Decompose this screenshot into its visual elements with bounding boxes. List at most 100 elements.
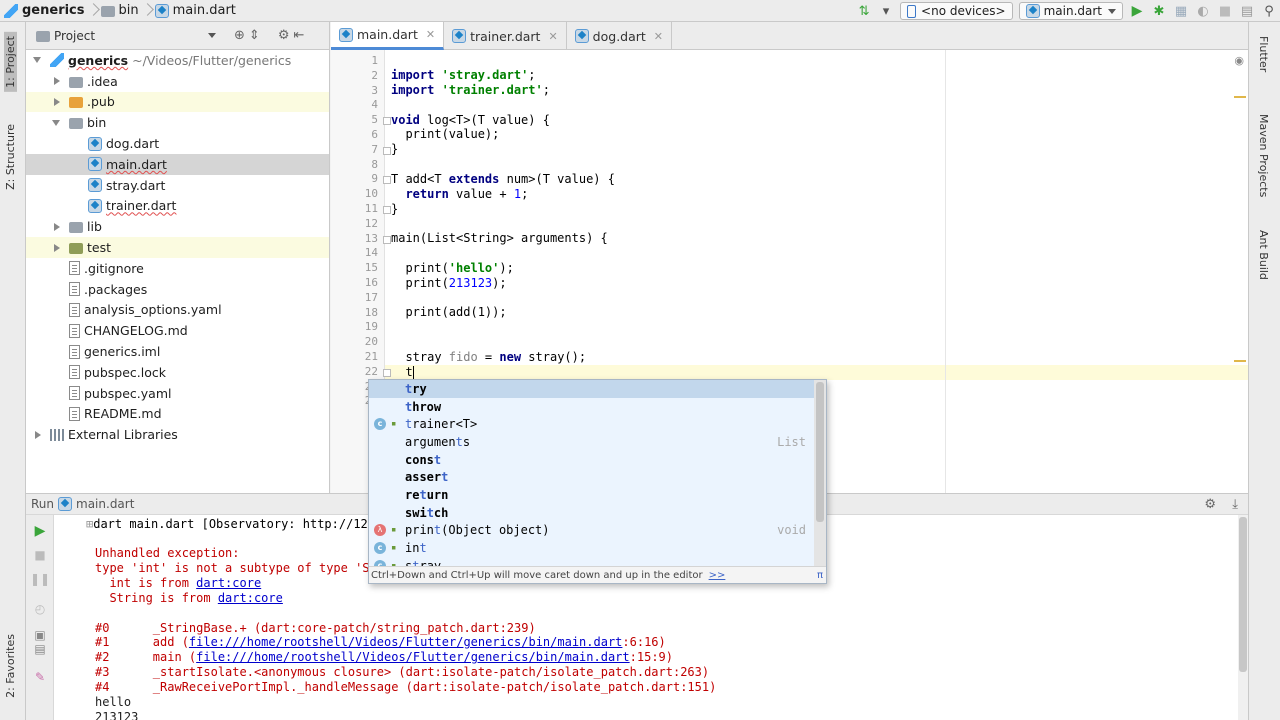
fold-marker-icon[interactable] bbox=[383, 235, 391, 244]
stop-icon[interactable]: ■ bbox=[1214, 1, 1236, 21]
debug-icon[interactable]: ✱ bbox=[1148, 1, 1170, 21]
search-icon[interactable]: ⚲ bbox=[1258, 1, 1280, 21]
tree-item[interactable]: External Libraries bbox=[26, 424, 329, 445]
collapsed-arrow-icon[interactable] bbox=[51, 242, 63, 254]
profile-icon[interactable]: ◐ bbox=[1192, 1, 1214, 21]
tree-item[interactable]: analysis_options.yaml bbox=[26, 300, 329, 321]
tree-item[interactable]: test bbox=[26, 237, 329, 258]
breadcrumb-folder[interactable]: bin bbox=[97, 0, 143, 22]
scroll-thumb[interactable] bbox=[1239, 517, 1247, 672]
console-link[interactable]: file:///home/rootshell/Videos/Flutter/ge… bbox=[189, 635, 622, 649]
tree-item[interactable]: main.dart bbox=[26, 153, 329, 175]
tab-favorites-tool[interactable]: 2: Favorites bbox=[4, 630, 17, 702]
tree-item[interactable]: .pub bbox=[26, 91, 329, 113]
tab-main-dart[interactable]: main.dart ✕ bbox=[331, 22, 445, 50]
breadcrumb-file[interactable]: main.dart bbox=[151, 0, 240, 22]
completion-item[interactable]: λ ▪ print(Object object) void bbox=[369, 522, 814, 540]
tree-item[interactable]: CHANGELOG.md bbox=[26, 320, 329, 341]
tree-item[interactable]: trainer.dart bbox=[26, 196, 329, 217]
pause-icon[interactable]: ❚❚ bbox=[30, 571, 50, 587]
device-selector[interactable]: <no devices> bbox=[900, 2, 1013, 20]
completion-item[interactable]: const bbox=[369, 451, 814, 469]
collapsed-arrow-icon[interactable] bbox=[51, 221, 63, 233]
console-link[interactable]: dart:core bbox=[218, 591, 283, 605]
dropdown-arrow-icon[interactable]: ▾ bbox=[875, 1, 897, 21]
fold-marker-icon[interactable] bbox=[383, 146, 391, 155]
completion-scrollbar[interactable] bbox=[814, 380, 826, 568]
fold-marker-icon[interactable] bbox=[383, 368, 391, 377]
tab-maven-tool[interactable]: Maven Projects bbox=[1257, 114, 1270, 197]
breadcrumb-project[interactable]: generics bbox=[0, 0, 89, 22]
completion-item[interactable]: return bbox=[369, 486, 814, 504]
warning-marker[interactable] bbox=[1234, 96, 1246, 98]
build-icon[interactable]: ⇅ bbox=[853, 1, 875, 21]
expanded-arrow-icon[interactable] bbox=[32, 54, 44, 66]
tree-item[interactable]: .packages bbox=[26, 279, 329, 300]
tree-item[interactable]: pubspec.yaml bbox=[26, 383, 329, 404]
tab-trainer-dart[interactable]: trainer.dart ✕ bbox=[444, 22, 567, 50]
tree-item[interactable]: dog.dart bbox=[26, 133, 329, 154]
tab-project-tool[interactable]: 1: Project bbox=[4, 32, 17, 92]
tab-dog-dart[interactable]: dog.dart ✕ bbox=[567, 22, 673, 50]
run-tab-main-dart[interactable]: main.dart bbox=[76, 497, 134, 511]
project-view-selector[interactable]: Project bbox=[36, 29, 216, 43]
coverage-icon[interactable]: ▦ bbox=[1170, 1, 1192, 21]
sdk-manager-icon[interactable]: ▤ bbox=[1236, 1, 1258, 21]
completion-item[interactable]: arguments List bbox=[369, 433, 814, 451]
tab-ant-tool[interactable]: Ant Build bbox=[1257, 230, 1270, 280]
console-link[interactable]: dart:core bbox=[196, 576, 261, 590]
tree-item[interactable]: generics.iml bbox=[26, 341, 329, 362]
pin-icon[interactable]: ✎ bbox=[32, 669, 48, 685]
gear-icon[interactable]: ⚙ bbox=[278, 28, 290, 43]
completion-item[interactable]: c ▪ trainer<T> bbox=[369, 415, 814, 433]
layout-icon[interactable]: ▤ bbox=[32, 641, 48, 657]
pi-icon[interactable]: π bbox=[817, 570, 823, 581]
tree-item[interactable]: .gitignore bbox=[26, 258, 329, 279]
close-icon[interactable]: ✕ bbox=[426, 28, 435, 41]
scroll-thumb[interactable] bbox=[816, 382, 824, 522]
expanded-arrow-icon[interactable] bbox=[51, 117, 63, 129]
collapsed-arrow-icon[interactable] bbox=[51, 75, 63, 87]
eye-icon[interactable]: ◉ bbox=[1234, 54, 1244, 67]
collapse-all-icon[interactable]: ⇕ bbox=[249, 28, 260, 43]
line-number: 18 bbox=[364, 305, 378, 319]
tab-flutter-tool[interactable]: Flutter bbox=[1257, 36, 1270, 72]
run-icon[interactable]: ▶ bbox=[1126, 1, 1148, 21]
completion-item[interactable]: assert bbox=[369, 468, 814, 486]
completion-item[interactable]: throw bbox=[369, 398, 814, 416]
warning-marker[interactable] bbox=[1234, 360, 1246, 362]
tree-item[interactable]: bin bbox=[26, 112, 329, 133]
completion-item-type: List bbox=[777, 434, 806, 449]
line-number: 22 bbox=[364, 364, 378, 378]
completion-item[interactable]: switch bbox=[369, 504, 814, 522]
tab-structure-tool[interactable]: Z: Structure bbox=[4, 120, 17, 194]
tree-item[interactable]: generics ~/Videos/Flutter/generics bbox=[26, 50, 329, 71]
completion-item[interactable]: c ▪ int bbox=[369, 539, 814, 557]
hint-more-link[interactable]: >> bbox=[709, 570, 726, 581]
rerun-icon[interactable]: ▶ bbox=[32, 523, 48, 539]
hide-panel-icon[interactable]: ⤓ bbox=[1232, 497, 1238, 512]
fold-marker-icon[interactable] bbox=[383, 117, 391, 126]
run-configuration-selector[interactable]: main.dart bbox=[1018, 2, 1123, 20]
tree-item[interactable]: pubspec.lock bbox=[26, 362, 329, 383]
console-link[interactable]: file:///home/rootshell/Videos/Flutter/ge… bbox=[196, 650, 629, 664]
hide-panel-icon[interactable]: ⇤ bbox=[293, 28, 304, 43]
tree-item-label: generics bbox=[68, 52, 129, 68]
stop-icon[interactable]: ■ bbox=[32, 547, 48, 563]
collapsed-arrow-icon[interactable] bbox=[32, 429, 44, 441]
tree-item[interactable]: .idea bbox=[26, 71, 329, 92]
fold-marker-icon[interactable] bbox=[383, 176, 391, 185]
close-icon[interactable]: ✕ bbox=[654, 30, 663, 43]
tree-item[interactable]: README.md bbox=[26, 404, 329, 425]
gear-icon[interactable]: ⚙ bbox=[1204, 497, 1216, 512]
console-scrollbar[interactable] bbox=[1238, 515, 1248, 720]
completion-item[interactable]: try bbox=[369, 380, 814, 398]
locate-icon[interactable]: ⊕ bbox=[234, 28, 245, 43]
collapsed-arrow-icon[interactable] bbox=[51, 96, 63, 108]
close-icon[interactable]: ✕ bbox=[548, 30, 557, 43]
tree-item[interactable]: lib bbox=[26, 216, 329, 237]
dump-threads-icon[interactable]: ◴ bbox=[32, 601, 48, 617]
fold-marker-icon[interactable] bbox=[383, 206, 391, 214]
dart-file-icon bbox=[88, 198, 102, 213]
tree-item[interactable]: stray.dart bbox=[26, 175, 329, 196]
